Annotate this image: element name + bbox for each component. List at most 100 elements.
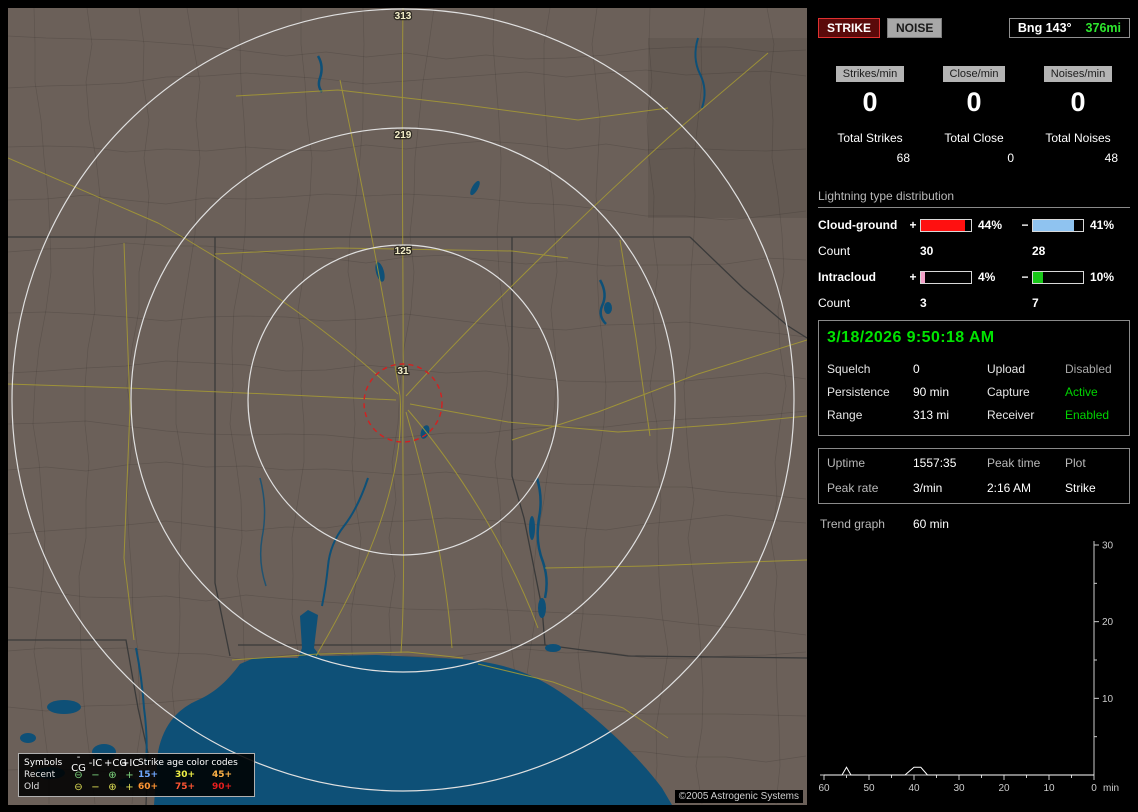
age-code-60: 60+ [138,781,159,792]
ic-minus-bar [1032,270,1084,284]
plus-sign: + [909,218,917,232]
svg-text:40: 40 [908,783,920,794]
bearing-label: Bng 143° [1017,21,1072,35]
total-strikes-value: 68 [896,151,910,165]
cg-plus-fill [921,219,965,231]
plus-sign: + [909,270,917,284]
receiver-label: Receiver [987,408,1035,422]
legend-age-header: Strike age color codes [138,757,238,768]
legend-col-pos-ic: +IC [121,757,140,769]
status-row: Persistence 90 min Capture Active [827,385,1121,399]
legend-row-recent: Recent [24,769,56,780]
trend-graph-label: Trend graph [820,517,885,531]
upload-label: Upload [987,362,1026,376]
total-noises-value: 48 [1104,151,1118,165]
svg-text:20: 20 [998,783,1010,794]
peak-time-label: Peak time [987,456,1041,470]
ic-plus-pct: 4% [978,270,996,284]
neg-cg-recent-icon: ⊖ [74,769,83,781]
range-value: 313 mi [913,408,950,422]
cg-plus-pct: 44% [978,218,1003,232]
total-close-value: 0 [1007,151,1014,165]
minus-sign: − [1021,218,1029,232]
persistence-label: Persistence [827,385,890,399]
plot-value: Strike [1065,481,1096,495]
close-per-min-badge: Close/min [942,66,1006,82]
svg-text:60: 60 [818,783,830,794]
svg-text:0: 0 [1091,783,1097,794]
range-label: Range [827,408,863,422]
squelch-value: 0 [913,362,920,376]
legend-col-neg-ic: -IC [88,757,103,769]
legend-symbols-header: Symbols [24,757,63,768]
ic-plus-fill [921,271,925,283]
noises-per-min-value: 0 [1070,87,1086,117]
svg-text:50: 50 [863,783,875,794]
noises-counter: Noises/min 0 Total Noises 48 [1026,66,1130,165]
minus-sign: − [1021,270,1029,284]
total-strikes-label: Total Strikes [837,131,903,145]
pos-cg-recent-icon: ⊕ [108,769,117,781]
capture-status: Active [1065,385,1098,399]
cg-minus-count: 28 [1032,244,1046,258]
rate-counters: Strikes/min 0 Total Strikes 68 Close/min… [818,66,1130,165]
bearing-range: 376mi [1085,21,1121,35]
neg-cg-old-icon: ⊖ [74,781,83,793]
status-row: Range 313 mi Receiver Enabled [827,408,1121,422]
total-close-label: Total Close [944,131,1004,145]
close-per-min-value: 0 [966,87,982,117]
neg-ic-recent-icon: − [91,769,100,781]
age-code-75: 75+ [175,781,196,792]
noise-button[interactable]: NOISE [887,18,943,38]
ic-plus-bar [920,270,972,284]
map-area[interactable]: 313 219 125 31 Symbols -CG -IC +CG +IC S… [8,8,807,805]
strikes-per-min-badge: Strikes/min [835,66,905,82]
age-code-90: 90+ [212,781,233,792]
svg-text:20: 20 [1102,617,1114,628]
pos-ic-recent-icon: + [125,769,134,781]
cg-count-label: Count [818,244,851,258]
cg-minus-fill [1033,219,1074,231]
trend-chart: 10 20 30 60 50 40 30 20 10 0 min [818,541,1119,795]
cg-plus-bar [920,218,972,232]
age-code-30: 30+ [175,769,196,780]
status-box: 3/18/2026 9:50:18 AM Squelch 0 Upload Di… [818,320,1130,436]
age-code-15: 15+ [138,769,159,780]
legend-col-pos-cg: +CG [104,757,128,769]
total-noises-label: Total Noises [1045,131,1111,145]
map-legend: Symbols -CG -IC +CG +IC Strike age color… [18,752,255,797]
cg-minus-bar [1032,218,1084,232]
ring-label-125: 125 [395,246,412,257]
ring-label-31: 31 [397,366,409,377]
status-row: Squelch 0 Upload Disabled [827,362,1121,376]
cg-minus-pct: 41% [1090,218,1115,232]
uptime-value: 1557:35 [913,456,957,470]
pos-cg-old-icon: ⊕ [108,781,117,793]
capture-label: Capture [987,385,1030,399]
stats-box: Uptime 1557:35 Peak time Plot Peak rate … [818,448,1130,504]
plot-label: Plot [1065,456,1086,470]
noises-per-min-badge: Noises/min [1043,66,1113,82]
ic-minus-fill [1033,271,1043,283]
svg-text:30: 30 [953,783,965,794]
ring-label-219: 219 [395,130,412,141]
peak-rate-label: Peak rate [827,481,879,495]
pos-ic-old-icon: + [125,781,134,793]
strike-map[interactable]: 313 219 125 31 [8,8,807,805]
map-terrain-shade [648,38,807,218]
ic-minus-count: 7 [1032,296,1039,310]
datetime: 3/18/2026 9:50:18 AM [827,329,995,346]
strike-button[interactable]: STRIKE [818,18,881,38]
peak-time-value: 2:16 AM [987,481,1032,495]
ic-plus-count: 3 [920,296,927,310]
copyright: ©2005 Astrogenic Systems [674,790,803,803]
side-panel: STRIKE NOISE Bng 143° 376mi Strikes/min … [812,8,1138,805]
app-window: 313 219 125 31 Symbols -CG -IC +CG +IC S… [0,0,1138,812]
uptime-label: Uptime [827,456,866,470]
strikes-counter: Strikes/min 0 Total Strikes 68 [818,66,922,165]
ic-count-label: Count [818,296,851,310]
age-code-45: 45+ [212,769,233,780]
lightning-distribution: Cloud-ground + 44% − 41% Count 30 28 Int… [818,218,1130,310]
bearing-display: Bng 143° 376mi [1008,18,1130,38]
intracloud-label: Intracloud [818,270,877,284]
